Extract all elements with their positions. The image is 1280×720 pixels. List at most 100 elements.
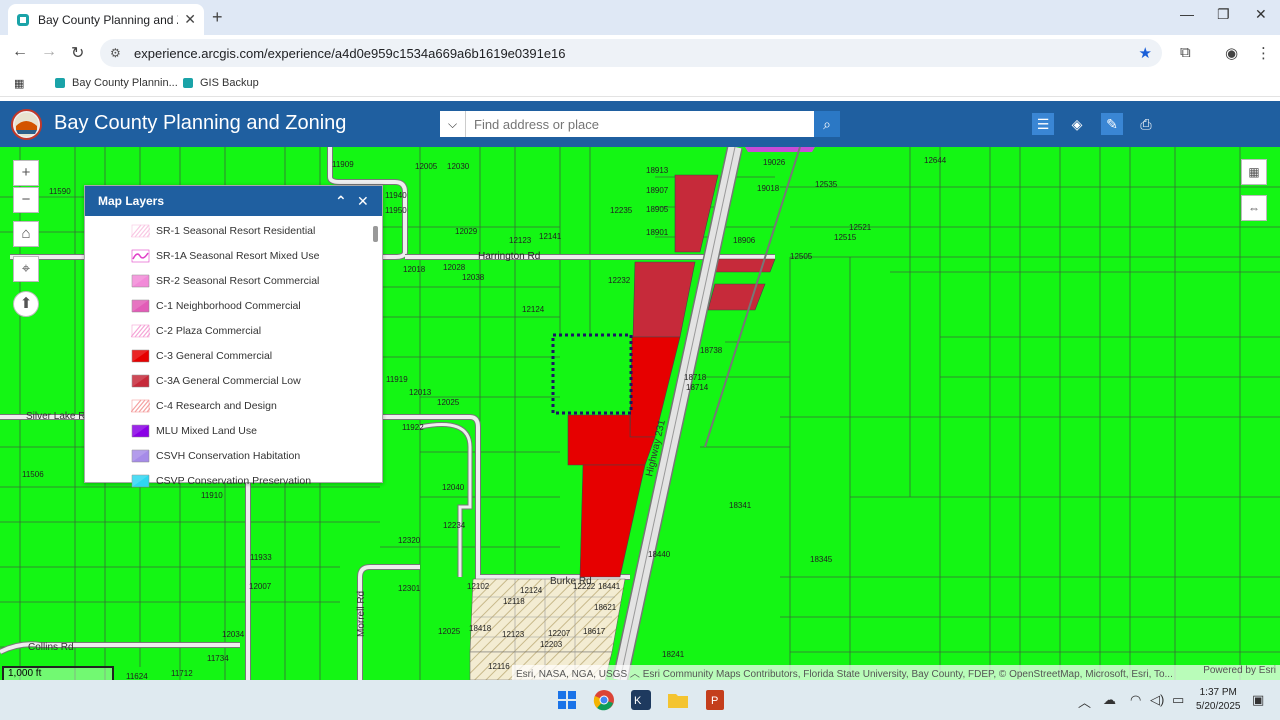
print-icon[interactable]: ⎙ xyxy=(1135,113,1157,135)
layer-legend-label: C-3A General Commercial Low xyxy=(156,375,301,388)
forward-icon[interactable]: → xyxy=(41,43,57,61)
back-icon[interactable]: ← xyxy=(12,43,28,61)
parcel-number-label: 18738 xyxy=(700,346,723,355)
browser-tab[interactable]: Bay County Planning and Zonin ✕ xyxy=(8,4,204,35)
search-icon[interactable]: ⌕ xyxy=(814,111,840,137)
apps-grid-icon[interactable]: ▦ xyxy=(14,77,24,90)
layer-legend-item: SR-1A Seasonal Resort Mixed Use xyxy=(85,243,382,268)
site-settings-icon[interactable]: ⚙ xyxy=(110,46,124,60)
parcel-number-label: 12018 xyxy=(403,265,426,274)
parcel-number-label: 12124 xyxy=(520,586,543,595)
parcel-number-label: 19018 xyxy=(757,184,780,193)
close-window-icon[interactable]: ✕ xyxy=(1255,6,1267,23)
onedrive-icon[interactable]: ☁ xyxy=(1103,692,1116,708)
layer-legend-label: CSVH Conservation Habitation xyxy=(156,450,301,463)
search-source-dropdown[interactable]: ⌵ xyxy=(440,111,466,137)
parcel-number-label: 19026 xyxy=(763,158,786,167)
cast-icon[interactable]: ⧉ xyxy=(1180,44,1191,61)
parcel-number-label: 12535 xyxy=(815,180,838,189)
restore-icon[interactable]: ❐ xyxy=(1217,6,1230,23)
parcel-number-label: 12029 xyxy=(455,227,478,236)
parcel-number-label: 18418 xyxy=(469,624,492,633)
chrome-icon[interactable] xyxy=(592,688,616,712)
legend-swatch-icon xyxy=(131,249,150,262)
panel-scrollbar[interactable] xyxy=(373,226,378,242)
legend-swatch-icon xyxy=(131,399,150,413)
parcel-number-label: 18617 xyxy=(583,627,606,636)
parcel-number-label: 18906 xyxy=(733,236,756,245)
parcel-number-label: 18913 xyxy=(646,166,669,175)
legend-swatch-icon xyxy=(131,475,150,488)
pdf-app-icon[interactable]: K xyxy=(629,688,653,712)
compass-icon[interactable]: ⬆ xyxy=(13,291,39,317)
parcel-number-label: 18241 xyxy=(662,650,685,659)
app-title: Bay County Planning and Zoning xyxy=(54,112,347,134)
parcel-number-label: 12320 xyxy=(398,536,421,545)
panel-header: Map Layers ⌃ ✕ xyxy=(85,186,382,216)
bookmark-bay-county[interactable]: Bay County Plannin... xyxy=(54,77,178,89)
bookmark-label: Bay County Plannin... xyxy=(72,77,178,89)
parcel-number-label: 12234 xyxy=(443,521,466,530)
draw-icon[interactable]: ✎ xyxy=(1101,113,1123,135)
road-label-silver-lake: Silver Lake Rd xyxy=(26,411,91,422)
parcel-number-label: 12521 xyxy=(849,223,872,232)
reload-icon[interactable]: ↻ xyxy=(71,43,84,63)
layer-legend-label: MLU Mixed Land Use xyxy=(156,425,257,438)
bookmark-star-icon[interactable]: ★ xyxy=(1139,44,1152,62)
legend-swatch-icon xyxy=(131,349,150,363)
parcel-number-label: 12013 xyxy=(409,388,432,397)
home-icon[interactable]: ⌂ xyxy=(13,221,39,247)
system-clock[interactable]: 1:37 PM 5/20/2025 xyxy=(1196,686,1241,714)
layers-icon[interactable]: ◈ xyxy=(1066,113,1088,135)
clock-time: 1:37 PM xyxy=(1199,687,1237,698)
battery-icon[interactable]: ▭ xyxy=(1172,692,1184,708)
layer-legend-item: CSVH Conservation Habitation xyxy=(85,444,382,469)
qr-code-icon[interactable]: ▦ xyxy=(1241,159,1267,185)
legend-swatch-icon xyxy=(131,425,150,438)
arcgis-favicon-icon xyxy=(17,13,29,26)
minimize-icon[interactable]: — xyxy=(1180,6,1194,22)
measure-icon[interactable]: ⇔ xyxy=(1241,195,1267,221)
map-layers-panel: Map Layers ⌃ ✕ SR-1 Seasonal Resort Resi… xyxy=(84,185,383,488)
layer-legend-item: C-3 General Commercial xyxy=(85,343,382,368)
notification-icon[interactable]: ▣ xyxy=(1252,692,1264,708)
menu-icon[interactable]: ⋮ xyxy=(1256,44,1271,62)
zoom-in-button[interactable]: + xyxy=(13,160,39,186)
bookmark-gis-backup[interactable]: GIS Backup xyxy=(182,77,259,89)
zoom-out-button[interactable]: − xyxy=(13,187,39,213)
windows-start-icon[interactable] xyxy=(555,688,579,712)
collapse-icon[interactable]: ⌃ xyxy=(335,193,347,210)
close-icon[interactable]: ✕ xyxy=(357,193,369,210)
scale-bar: 1,000 ft xyxy=(2,666,114,680)
parcel-number-label: 12123 xyxy=(502,630,525,639)
layer-legend-label: C-4 Research and Design xyxy=(156,400,277,413)
legend-swatch-icon xyxy=(131,299,150,313)
address-bar[interactable]: ⚙ experience.arcgis.com/experience/a4d0e… xyxy=(100,39,1162,67)
road-label-collins: Collins Rd xyxy=(28,642,74,653)
parcel-number-label: 18341 xyxy=(729,501,752,510)
layer-legend-label: C-2 Plaza Commercial xyxy=(156,324,262,337)
attribution-expand-icon[interactable]: ︿ xyxy=(630,669,643,680)
volume-icon[interactable]: ◁) xyxy=(1150,692,1164,708)
new-tab-icon[interactable]: + xyxy=(212,7,223,28)
search-input[interactable] xyxy=(466,111,814,137)
close-tab-icon[interactable]: ✕ xyxy=(184,11,196,28)
parcel-number-label: 12007 xyxy=(249,582,272,591)
wifi-icon[interactable]: ◠ xyxy=(1130,692,1141,708)
show-hidden-icons-icon[interactable]: ︿ xyxy=(1078,692,1091,711)
legend-list-icon[interactable]: ☰ xyxy=(1032,113,1054,135)
parcel-number-label: 12102 xyxy=(467,582,490,591)
parcel-number-label: 12232 xyxy=(608,276,631,285)
layer-legend-label: C-3 General Commercial xyxy=(156,350,273,363)
profile-icon[interactable]: ◉ xyxy=(1225,44,1238,62)
file-explorer-icon[interactable] xyxy=(666,688,690,712)
parcel-number-label: 18905 xyxy=(646,205,669,214)
parcel-number-label: 18901 xyxy=(646,228,669,237)
parcel-number-label: 12030 xyxy=(447,162,470,171)
panel-title: Map Layers xyxy=(98,194,165,208)
layer-legend-label: SR-2 Seasonal Resort Commercial xyxy=(156,274,320,287)
attribution-short: Esri, NASA, NGA, USGS xyxy=(516,669,628,680)
powerpoint-icon[interactable]: P xyxy=(703,688,727,712)
parcel-number-label: 11506 xyxy=(22,470,44,479)
locate-icon[interactable]: ⌖ xyxy=(13,256,39,282)
